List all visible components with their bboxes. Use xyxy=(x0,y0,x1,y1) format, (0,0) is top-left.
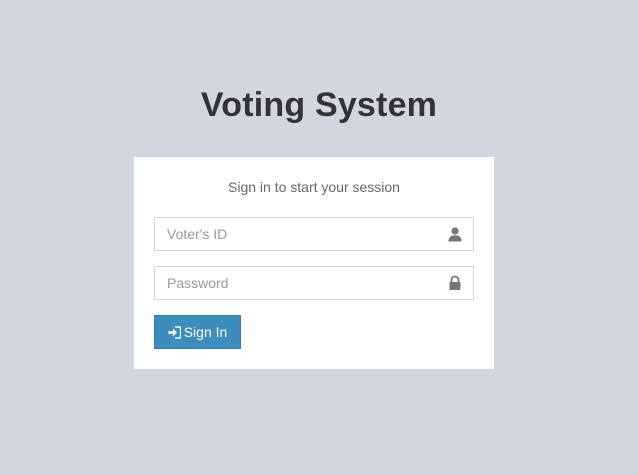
password-field xyxy=(154,266,474,300)
page-title: Voting System xyxy=(200,86,438,124)
voter-id-field xyxy=(154,217,474,251)
sign-in-label: Sign In xyxy=(183,324,228,340)
sign-in-button[interactable]: Sign In xyxy=(154,315,241,349)
lock-icon xyxy=(447,275,463,291)
login-box: Sign in to start your session Sign In xyxy=(134,157,494,369)
voter-id-input[interactable] xyxy=(155,218,437,250)
password-input[interactable] xyxy=(155,267,437,299)
sign-in-icon xyxy=(168,325,181,339)
user-icon xyxy=(447,226,463,242)
login-message: Sign in to start your session xyxy=(228,179,400,195)
